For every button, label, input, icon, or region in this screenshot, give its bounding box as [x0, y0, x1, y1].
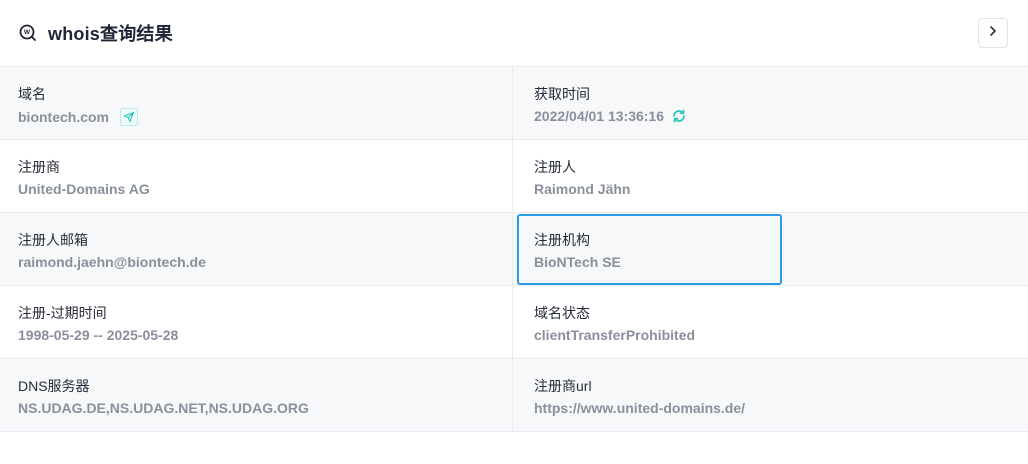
fetch-time-value: 2022/04/01 13:36:16 — [534, 108, 664, 124]
whois-header: W whois查询结果 — [0, 0, 1028, 67]
field-dns-servers: DNS服务器 NS.UDAG.DE,NS.UDAG.NET,NS.UDAG.OR… — [0, 359, 513, 432]
reg-expiry-value: 1998-05-29 -- 2025-05-28 — [18, 327, 179, 343]
field-domain: 域名 biontech.com — [0, 67, 513, 140]
page-title: whois查询结果 — [48, 24, 173, 44]
svg-text:W: W — [24, 29, 31, 36]
field-registrant-email: 注册人邮箱 raimond.jaehn@biontech.de — [0, 213, 513, 286]
whois-logo-icon: W — [18, 23, 38, 43]
registrant-email-value: raimond.jaehn@biontech.de — [18, 254, 206, 270]
field-registrant-org: 注册机构 BioNTech SE — [513, 213, 1028, 286]
registrant-org-value: BioNTech SE — [534, 254, 621, 270]
field-domain-status: 域名状态 clientTransferProhibited — [513, 286, 1028, 359]
field-registrar: 注册商 United-Domains AG — [0, 140, 513, 213]
chevron-right-icon — [987, 24, 999, 42]
selection-highlight — [517, 214, 782, 285]
field-registrar-url: 注册商url https://www.united-domains.de/ — [513, 359, 1028, 432]
field-fetch-time: 获取时间 2022/04/01 13:36:16 — [513, 67, 1028, 140]
field-reg-expiry: 注册-过期时间 1998-05-29 -- 2025-05-28 — [0, 286, 513, 359]
domain-value: biontech.com — [18, 109, 110, 125]
field-label: 获取时间 — [534, 86, 590, 102]
field-registrant: 注册人 Raimond Jähn — [513, 140, 1028, 213]
field-label: 注册-过期时间 — [18, 305, 107, 321]
domain-status-value: clientTransferProhibited — [534, 327, 696, 343]
registrant-value: Raimond Jähn — [534, 181, 631, 197]
field-label: 域名状态 — [534, 305, 590, 321]
field-label: 域名 — [18, 86, 46, 102]
field-label: DNS服务器 — [18, 378, 90, 394]
field-label: 注册人 — [534, 159, 576, 175]
dns-servers-value: NS.UDAG.DE,NS.UDAG.NET,NS.UDAG.ORG — [18, 400, 309, 416]
next-button[interactable] — [978, 18, 1008, 48]
whois-info-grid: 域名 biontech.com 获取时间 2022/04/01 13:36:16 — [0, 67, 1028, 432]
refresh-icon[interactable] — [671, 108, 687, 124]
registrar-value: United-Domains AG — [18, 181, 150, 197]
send-icon[interactable] — [120, 108, 139, 126]
field-label: 注册人邮箱 — [18, 232, 88, 248]
registrar-url-value[interactable]: https://www.united-domains.de/ — [534, 400, 1028, 416]
field-label: 注册商 — [18, 159, 60, 175]
field-label: 注册商url — [534, 378, 592, 394]
field-label: 注册机构 — [534, 232, 590, 248]
